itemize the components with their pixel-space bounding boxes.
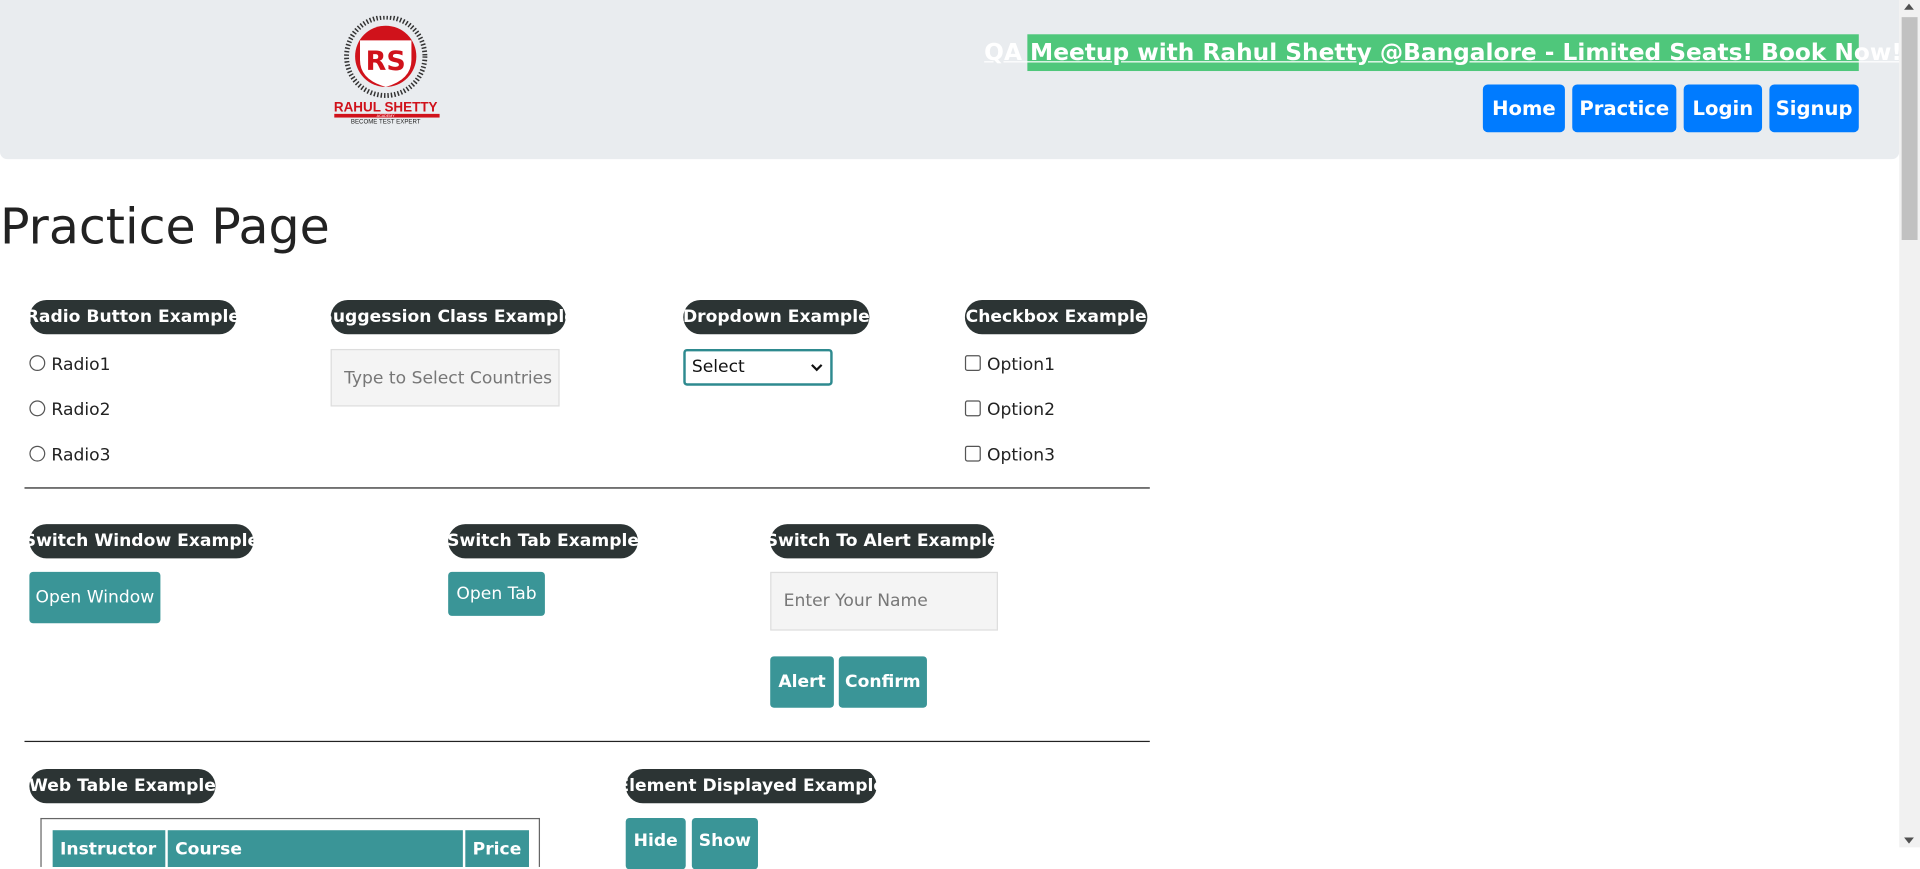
radio-option-2[interactable]: Radio2 [29, 399, 111, 421]
radio-option-3[interactable]: Radio3 [29, 445, 111, 466]
switch-window-legend: Switch Window Example [24, 524, 259, 559]
dropdown-legend: Dropdown Example [683, 300, 870, 335]
open-window-button[interactable]: Open Window [29, 571, 161, 624]
checkbox-label: Option2 [986, 400, 1056, 421]
dropdown-select[interactable]: Select [683, 348, 833, 386]
confirm-button[interactable]: Confirm [838, 656, 927, 708]
checkbox-icon[interactable] [964, 354, 981, 371]
meetup-promo-link[interactable]: QA Meetup with Rahul Shetty @Bangalore -… [984, 34, 1902, 72]
radio-circle-icon[interactable] [29, 354, 46, 371]
checkbox-icon[interactable] [964, 445, 981, 462]
radio-circle-icon[interactable] [29, 445, 46, 462]
name-input[interactable]: Enter Your Name [770, 571, 998, 631]
scrollbar-thumb[interactable] [1901, 17, 1918, 241]
radio-legend: Radio Button Example [26, 300, 240, 335]
radio-circle-icon[interactable] [29, 399, 46, 416]
dropdown-selected-value: Select [691, 357, 745, 378]
page-title: Practice Page [0, 199, 330, 256]
svg-text:BECOME TEST EXPERT: BECOME TEST EXPERT [351, 119, 421, 126]
checkbox-label: Option1 [986, 355, 1056, 375]
alert-button[interactable]: Alert [770, 656, 834, 708]
table-header-course: Course [167, 830, 463, 867]
page: RS RAHUL SHETTY ACADEMY BECOME TEST EXPE… [0, 0, 1920, 869]
site-header: RS RAHUL SHETTY ACADEMY BECOME TEST EXPE… [0, 0, 1902, 160]
svg-text:RAHUL SHETTY: RAHUL SHETTY [334, 99, 438, 114]
table-header-price: Price [465, 830, 529, 867]
chevron-down-icon [811, 363, 823, 371]
element-displayed-legend: Element Displayed Example [617, 768, 885, 804]
nav-home-button[interactable]: Home [1482, 84, 1565, 133]
checkbox-legend: Checkbox Example [964, 300, 1148, 335]
hide-button[interactable]: Hide [625, 817, 686, 869]
web-table-legend: Web Table Example [29, 768, 216, 804]
svg-text:ACADEMY: ACADEMY [377, 114, 396, 118]
nav-signup-button[interactable]: Signup [1769, 84, 1859, 133]
table-header-instructor: Instructor [52, 830, 166, 867]
checkbox-label: Option3 [986, 445, 1056, 466]
checkbox-option-2[interactable]: Option2 [964, 399, 1056, 421]
nav-login-button[interactable]: Login [1683, 84, 1763, 133]
rahul-shetty-logo[interactable]: RS RAHUL SHETTY ACADEMY BECOME TEST EXPE… [333, 14, 443, 126]
scroll-up-icon[interactable] [1904, 3, 1914, 10]
radio-label: Radio1 [51, 355, 111, 375]
checkbox-option-3[interactable]: Option3 [964, 445, 1056, 466]
scroll-down-icon[interactable] [1904, 837, 1914, 844]
radio-option-1[interactable]: Radio1 [29, 354, 111, 375]
section-divider [24, 740, 1150, 743]
svg-text:RS: RS [366, 46, 406, 77]
open-tab-button[interactable]: Open Tab [448, 571, 545, 616]
checkbox-icon[interactable] [964, 399, 981, 416]
country-autocomplete-input[interactable]: Type to Select Countries [330, 348, 560, 407]
section-divider [24, 487, 1150, 489]
checkbox-option-1[interactable]: Option1 [964, 354, 1056, 375]
web-table: Instructor Course Price [40, 817, 541, 867]
radio-label: Radio3 [51, 445, 111, 466]
nav-practice-button[interactable]: Practice [1572, 84, 1677, 133]
suggestion-legend: Suggession Class Example [320, 300, 576, 335]
vertical-scrollbar[interactable] [1899, 0, 1920, 848]
radio-label: Radio2 [51, 400, 111, 421]
switch-alert-legend: Switch To Alert Example [766, 524, 999, 559]
show-button[interactable]: Show [691, 817, 758, 869]
switch-tab-legend: Switch Tab Example [447, 524, 639, 559]
